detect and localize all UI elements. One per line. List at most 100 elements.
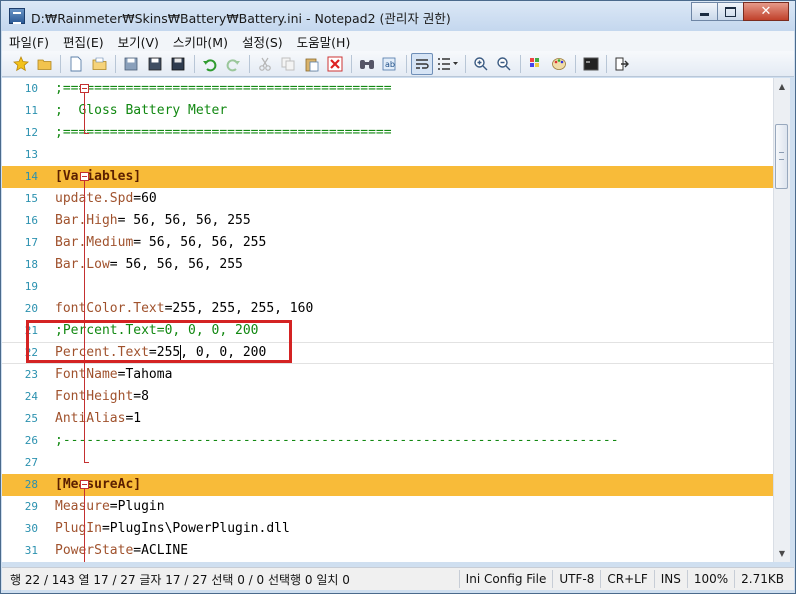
zoom-in-icon[interactable]	[470, 53, 492, 75]
line-number: 24	[24, 390, 38, 403]
token-val: 8	[141, 389, 149, 404]
toolbar-separator	[115, 54, 116, 73]
maximize-button[interactable]	[717, 2, 744, 21]
word-wrap-icon[interactable]	[410, 52, 433, 75]
status-insert-mode[interactable]: INS	[653, 570, 687, 588]
status-eol[interactable]: CR+LF	[600, 570, 653, 588]
cut-icon[interactable]	[254, 53, 276, 75]
section-header-line[interactable]: 28 [MeasureAc]	[2, 474, 773, 496]
save-as-icon[interactable]	[144, 53, 166, 75]
redo-icon[interactable]	[222, 53, 244, 75]
token-comment: ; Gloss Battery Meter	[55, 103, 228, 118]
close-button[interactable]: ✕	[743, 2, 789, 21]
menu-view[interactable]: 보기(V)	[111, 32, 166, 51]
code-editor[interactable]: 10 ;=====================================…	[2, 78, 773, 562]
token-val: 56, 56, 56, 255	[117, 257, 243, 272]
token-comment: ;=======================================…	[55, 125, 392, 140]
code-line[interactable]: 12 ;=====================================…	[2, 122, 773, 144]
toolbar-separator	[606, 54, 607, 73]
star-icon[interactable]	[10, 53, 32, 75]
open-file-icon[interactable]	[89, 53, 111, 75]
scroll-down-arrow-icon[interactable]: ▼	[774, 545, 790, 562]
scroll-up-arrow-icon[interactable]: ▲	[774, 78, 790, 95]
token-key: Bar.Medium	[55, 235, 134, 250]
code-line[interactable]: 25 AntiAlias=1	[2, 408, 773, 430]
copy-icon[interactable]	[277, 53, 299, 75]
token-eq: =	[109, 257, 118, 272]
menu-bar: 파일(F) 편집(E) 보기(V) 스키마(M) 설정(S) 도움말(H)	[2, 31, 794, 51]
code-line[interactable]: 11 ; Gloss Battery Meter	[2, 100, 773, 122]
token-key: FontHeight	[55, 389, 134, 404]
delete-icon[interactable]	[324, 53, 346, 75]
code-line[interactable]: 31 PowerState=ACLINE	[2, 540, 773, 562]
open-folder-icon[interactable]	[34, 53, 56, 75]
token-key: PowerState	[55, 543, 134, 558]
code-text: ;---------------------------------------…	[55, 430, 619, 452]
code-line[interactable]: 23 FontName=Tahoma	[2, 364, 773, 386]
status-scheme[interactable]: Ini Config File	[458, 570, 553, 588]
code-line[interactable]: 10 ;=====================================…	[2, 78, 773, 100]
code-line[interactable]: 18 Bar.Low= 56, 56, 56, 255	[2, 254, 773, 276]
code-line[interactable]: 19	[2, 276, 773, 298]
menu-file[interactable]: 파일(F)	[2, 32, 56, 51]
save-copy-icon[interactable]	[167, 53, 189, 75]
toolbar-separator	[405, 54, 407, 73]
token-eq: =	[133, 389, 142, 404]
status-zoom[interactable]: 100%	[686, 570, 734, 588]
section-header-line[interactable]: 14 [Variables]	[2, 166, 773, 188]
code-line[interactable]: 13	[2, 144, 773, 166]
fold-toggle-icon[interactable]	[80, 480, 89, 489]
save-icon[interactable]	[120, 53, 142, 75]
menu-edit[interactable]: 편집(E)	[56, 32, 111, 51]
token-key: AntiAlias	[55, 411, 126, 426]
line-number: 16	[24, 214, 38, 227]
list-icon[interactable]	[434, 53, 460, 75]
notepad2-window: D:₩Rainmeter₩Skins₩Battery₩Battery.ini -…	[0, 0, 796, 594]
code-line[interactable]: 16 Bar.High= 56, 56, 56, 255	[2, 210, 773, 232]
code-line[interactable]: 20 fontColor.Text=255, 255, 255, 160	[2, 298, 773, 320]
new-file-icon[interactable]	[65, 53, 87, 75]
token-val: 56, 56, 56, 255	[125, 213, 251, 228]
notepad2-app-icon[interactable]	[9, 8, 25, 24]
find-icon[interactable]	[356, 53, 378, 75]
scheme-icon[interactable]	[525, 53, 547, 75]
vertical-scrollbar[interactable]: ▲ ▼	[773, 78, 790, 562]
code-text: [MeasureAc]	[55, 474, 141, 496]
code-text: ; Gloss Battery Meter	[55, 100, 227, 122]
line-number: 26	[24, 434, 38, 447]
token-val: 56, 56, 56, 255	[141, 235, 267, 250]
zoom-out-icon[interactable]	[493, 53, 515, 75]
fold-toggle-icon[interactable]	[80, 84, 89, 93]
token-eq: =	[109, 499, 118, 514]
status-encoding[interactable]: UTF-8	[552, 570, 600, 588]
terminal-icon[interactable]	[580, 53, 602, 75]
line-number: 13	[24, 148, 38, 161]
paste-icon[interactable]	[301, 53, 323, 75]
scroll-thumb[interactable]	[775, 124, 788, 189]
menu-help[interactable]: 도움말(H)	[290, 32, 358, 51]
colors-icon[interactable]	[548, 53, 570, 75]
token-val: Tahoma	[125, 367, 173, 382]
menu-scheme[interactable]: 스키마(M)	[166, 32, 235, 51]
code-line[interactable]: 15 update.Spd=60	[2, 188, 773, 210]
token-key: update.Spd	[55, 191, 134, 206]
code-line[interactable]: 17 Bar.Medium= 56, 56, 56, 255	[2, 232, 773, 254]
code-line[interactable]: 24 FontHeight=8	[2, 386, 773, 408]
code-line[interactable]: 27	[2, 452, 773, 474]
code-line[interactable]: 26 ;-------------------------------------…	[2, 430, 773, 452]
minimize-button[interactable]	[691, 2, 718, 21]
code-text: update.Spd=60	[55, 188, 157, 210]
title-bar[interactable]: D:₩Rainmeter₩Skins₩Battery₩Battery.ini -…	[1, 1, 795, 31]
line-number: 30	[24, 522, 38, 535]
code-line[interactable]: 29 Measure=Plugin	[2, 496, 773, 518]
replace-icon[interactable]: ab	[379, 53, 401, 75]
token-val: 60	[141, 191, 157, 206]
fold-toggle-icon[interactable]	[80, 172, 89, 181]
token-eq: =	[133, 235, 142, 250]
exit-icon[interactable]	[611, 53, 633, 75]
code-line[interactable]: 30 PlugIn=PlugIns\PowerPlugin.dll	[2, 518, 773, 540]
undo-icon[interactable]	[199, 53, 221, 75]
token-eq: =	[101, 521, 110, 536]
toolbar-separator	[248, 54, 250, 73]
menu-settings[interactable]: 설정(S)	[235, 32, 290, 51]
